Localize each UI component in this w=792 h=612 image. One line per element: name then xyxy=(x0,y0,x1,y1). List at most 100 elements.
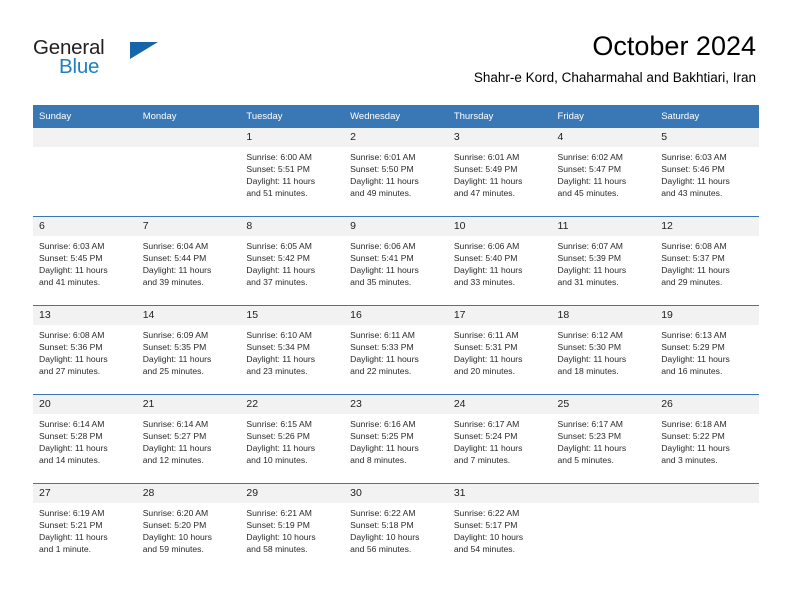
calendar-day-cell[interactable]: 19 Sunrise: 6:13 AM Sunset: 5:29 PM Dayl… xyxy=(655,305,759,395)
general-blue-logo[interactable]: General Blue xyxy=(33,36,213,84)
calendar-day-cell[interactable]: 7 Sunrise: 6:04 AM Sunset: 5:44 PM Dayli… xyxy=(136,216,241,306)
daylight-text-line2: and 25 minutes. xyxy=(142,366,204,377)
day-details: Sunrise: 6:02 AM Sunset: 5:47 PM Dayligh… xyxy=(552,147,656,199)
daylight-text-line2: and 39 minutes. xyxy=(142,277,204,288)
day-number: 28 xyxy=(136,484,241,503)
calendar-day-cell[interactable]: 3 Sunrise: 6:01 AM Sunset: 5:49 PM Dayli… xyxy=(447,127,552,217)
calendar-day-cell[interactable]: 25 Sunrise: 6:17 AM Sunset: 5:23 PM Dayl… xyxy=(551,394,656,484)
calendar-day-cell[interactable]: 27 Sunrise: 6:19 AM Sunset: 5:21 PM Dayl… xyxy=(33,483,137,573)
daylight-text-line2: and 20 minutes. xyxy=(453,366,515,377)
calendar-day-cell[interactable]: 16 Sunrise: 6:11 AM Sunset: 5:33 PM Dayl… xyxy=(344,305,448,395)
calendar-day-cell[interactable]: 8 Sunrise: 6:05 AM Sunset: 5:42 PM Dayli… xyxy=(240,216,345,306)
calendar-day-cell[interactable]: 10 Sunrise: 6:06 AM Sunset: 5:40 PM Dayl… xyxy=(447,216,552,306)
day-details xyxy=(552,503,656,507)
daylight-text-line1: Daylight: 11 hours xyxy=(246,176,316,187)
calendar-day-cell[interactable]: 22 Sunrise: 6:15 AM Sunset: 5:26 PM Dayl… xyxy=(240,394,345,484)
calendar-day-cell[interactable]: 11 Sunrise: 6:07 AM Sunset: 5:39 PM Dayl… xyxy=(551,216,656,306)
calendar-day-cell[interactable]: 13 Sunrise: 6:08 AM Sunset: 5:36 PM Dayl… xyxy=(33,305,137,395)
day-number: 25 xyxy=(551,395,656,414)
sunrise-text: Sunrise: 6:07 AM xyxy=(557,241,623,251)
sunset-text: Sunset: 5:31 PM xyxy=(453,342,518,353)
sunset-text: Sunset: 5:18 PM xyxy=(350,520,414,531)
day-number xyxy=(551,484,656,503)
sunrise-text: Sunrise: 6:22 AM xyxy=(350,508,416,518)
sunrise-text: Sunrise: 6:10 AM xyxy=(246,330,312,340)
calendar-day-cell[interactable]: 29 Sunrise: 6:21 AM Sunset: 5:19 PM Dayl… xyxy=(240,483,345,573)
sunset-text: Sunset: 5:40 PM xyxy=(453,253,518,264)
daylight-text-line2: and 5 minutes. xyxy=(557,455,614,466)
day-number: 22 xyxy=(240,395,345,414)
daylight-text-line2: and 59 minutes. xyxy=(142,544,204,555)
daylight-text-line2: and 18 minutes. xyxy=(557,366,619,377)
day-number: 23 xyxy=(344,395,448,414)
sunset-text: Sunset: 5:30 PM xyxy=(557,342,622,353)
day-number: 11 xyxy=(551,217,656,236)
day-number: 20 xyxy=(33,395,137,414)
day-number: 27 xyxy=(33,484,137,503)
daylight-text-line1: Daylight: 11 hours xyxy=(142,265,212,276)
day-details: Sunrise: 6:13 AM Sunset: 5:29 PM Dayligh… xyxy=(655,325,759,377)
sunrise-text: Sunrise: 6:12 AM xyxy=(557,330,623,340)
calendar-day-cell[interactable]: 24 Sunrise: 6:17 AM Sunset: 5:24 PM Dayl… xyxy=(447,394,552,484)
calendar-day-cell[interactable]: 1 Sunrise: 6:00 AM Sunset: 5:51 PM Dayli… xyxy=(240,127,345,217)
calendar-day-cell[interactable]: 15 Sunrise: 6:10 AM Sunset: 5:34 PM Dayl… xyxy=(240,305,345,395)
weekday-header-tuesday: Tuesday xyxy=(240,105,345,128)
day-details: Sunrise: 6:12 AM Sunset: 5:30 PM Dayligh… xyxy=(552,325,656,377)
calendar-day-cell[interactable]: 20 Sunrise: 6:14 AM Sunset: 5:28 PM Dayl… xyxy=(33,394,137,484)
daylight-text-line1: Daylight: 10 hours xyxy=(350,532,420,543)
day-details: Sunrise: 6:04 AM Sunset: 5:44 PM Dayligh… xyxy=(137,236,241,288)
calendar-table: Sunday Monday Tuesday Wednesday Thursday… xyxy=(33,105,759,573)
calendar-day-cell[interactable]: 12 Sunrise: 6:08 AM Sunset: 5:37 PM Dayl… xyxy=(655,216,759,306)
calendar-day-cell[interactable] xyxy=(655,483,759,573)
calendar-day-cell[interactable]: 14 Sunrise: 6:09 AM Sunset: 5:35 PM Dayl… xyxy=(136,305,241,395)
day-details: Sunrise: 6:07 AM Sunset: 5:39 PM Dayligh… xyxy=(552,236,656,288)
calendar-day-cell[interactable]: 28 Sunrise: 6:20 AM Sunset: 5:20 PM Dayl… xyxy=(136,483,241,573)
calendar-day-cell[interactable]: 2 Sunrise: 6:01 AM Sunset: 5:50 PM Dayli… xyxy=(344,127,448,217)
sunset-text: Sunset: 5:26 PM xyxy=(246,431,310,442)
calendar-day-cell[interactable]: 18 Sunrise: 6:12 AM Sunset: 5:30 PM Dayl… xyxy=(551,305,656,395)
calendar-day-cell[interactable]: 6 Sunrise: 6:03 AM Sunset: 5:45 PM Dayli… xyxy=(33,216,137,306)
sunrise-text: Sunrise: 6:05 AM xyxy=(246,241,312,251)
day-number: 30 xyxy=(344,484,448,503)
calendar-day-cell[interactable] xyxy=(33,127,137,217)
calendar-day-cell[interactable]: 23 Sunrise: 6:16 AM Sunset: 5:25 PM Dayl… xyxy=(344,394,448,484)
calendar-day-cell[interactable]: 21 Sunrise: 6:14 AM Sunset: 5:27 PM Dayl… xyxy=(136,394,241,484)
day-number: 10 xyxy=(447,217,552,236)
daylight-text-line1: Daylight: 11 hours xyxy=(661,176,730,187)
page-subtitle: Shahr-e Kord, Chaharmahal and Bakhtiari,… xyxy=(473,70,756,85)
calendar-day-cell[interactable] xyxy=(551,483,656,573)
day-number: 3 xyxy=(447,128,552,147)
daylight-text-line2: and 54 minutes. xyxy=(453,544,515,555)
calendar-day-cell[interactable]: 5 Sunrise: 6:03 AM Sunset: 5:46 PM Dayli… xyxy=(655,127,759,217)
weekday-header-thursday: Thursday xyxy=(447,105,552,128)
day-number: 5 xyxy=(655,128,759,147)
sunrise-text: Sunrise: 6:01 AM xyxy=(453,152,520,162)
sunset-text: Sunset: 5:51 PM xyxy=(246,164,310,175)
day-details: Sunrise: 6:15 AM Sunset: 5:26 PM Dayligh… xyxy=(240,414,344,466)
calendar-day-cell[interactable]: 4 Sunrise: 6:02 AM Sunset: 5:47 PM Dayli… xyxy=(551,127,656,217)
day-details: Sunrise: 6:06 AM Sunset: 5:40 PM Dayligh… xyxy=(448,236,552,288)
daylight-text-line1: Daylight: 11 hours xyxy=(39,354,108,365)
daylight-text-line2: and 16 minutes. xyxy=(661,366,723,377)
day-details: Sunrise: 6:05 AM Sunset: 5:42 PM Dayligh… xyxy=(240,236,344,288)
daylight-text-line1: Daylight: 11 hours xyxy=(350,265,419,276)
weekday-header-saturday: Saturday xyxy=(655,105,759,128)
sunset-text: Sunset: 5:22 PM xyxy=(661,431,725,442)
calendar-day-cell[interactable] xyxy=(136,127,241,217)
calendar-day-cell[interactable]: 26 Sunrise: 6:18 AM Sunset: 5:22 PM Dayl… xyxy=(655,394,759,484)
calendar-day-cell[interactable]: 9 Sunrise: 6:06 AM Sunset: 5:41 PM Dayli… xyxy=(344,216,448,306)
sunrise-text: Sunrise: 6:14 AM xyxy=(142,419,209,429)
calendar-day-cell[interactable]: 17 Sunrise: 6:11 AM Sunset: 5:31 PM Dayl… xyxy=(447,305,552,395)
daylight-text-line2: and 56 minutes. xyxy=(350,544,412,555)
calendar-day-cell[interactable]: 30 Sunrise: 6:22 AM Sunset: 5:18 PM Dayl… xyxy=(344,483,448,573)
calendar-day-cell[interactable]: 31 Sunrise: 6:22 AM Sunset: 5:17 PM Dayl… xyxy=(447,483,552,573)
sunset-text: Sunset: 5:21 PM xyxy=(39,520,103,531)
sunset-text: Sunset: 5:45 PM xyxy=(39,253,103,264)
sunrise-text: Sunrise: 6:11 AM xyxy=(453,330,519,340)
daylight-text-line2: and 22 minutes. xyxy=(350,366,412,377)
day-details: Sunrise: 6:08 AM Sunset: 5:36 PM Dayligh… xyxy=(33,325,137,377)
daylight-text-line1: Daylight: 11 hours xyxy=(661,443,730,454)
day-details: Sunrise: 6:01 AM Sunset: 5:50 PM Dayligh… xyxy=(344,147,448,199)
sunrise-text: Sunrise: 6:01 AM xyxy=(350,152,416,162)
sunset-text: Sunset: 5:46 PM xyxy=(661,164,725,175)
